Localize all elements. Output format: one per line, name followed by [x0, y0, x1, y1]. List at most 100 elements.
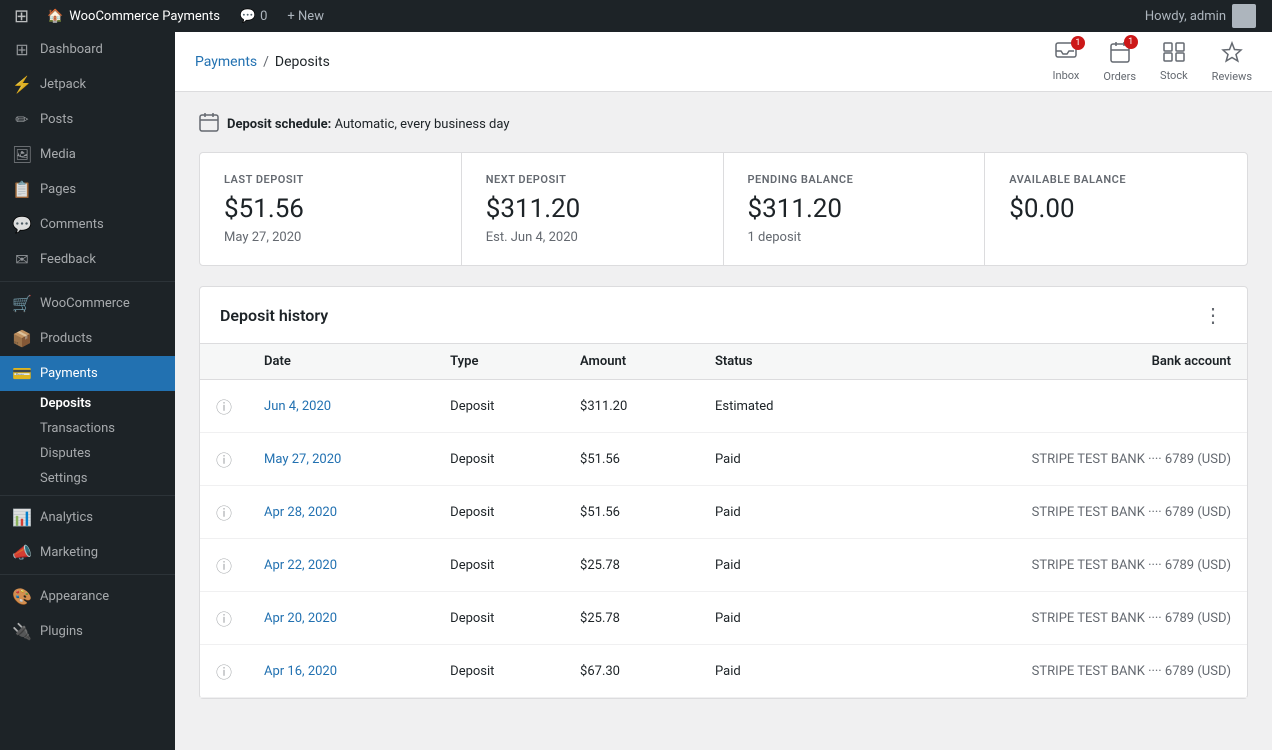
- dashboard-icon: ⊞: [12, 40, 32, 59]
- pages-icon: 📋: [12, 180, 32, 199]
- stat-card-next-deposit: NEXT DEPOSIT $311.20 Est. Jun 4, 2020: [462, 153, 724, 265]
- stock-button[interactable]: Stock: [1160, 42, 1188, 82]
- sidebar-sub-transactions[interactable]: Transactions: [0, 416, 175, 441]
- inbox-badge: 1: [1071, 36, 1085, 50]
- history-title: Deposit history: [220, 306, 328, 325]
- row-bank: STRIPE TEST BANK ···· 6789 (USD): [853, 539, 1247, 592]
- info-icon[interactable]: ⓘ: [216, 610, 232, 629]
- sidebar-item-comments[interactable]: 💬 Comments: [0, 207, 175, 242]
- sidebar-item-dashboard[interactable]: ⊞ Dashboard: [0, 32, 175, 67]
- orders-label: Orders: [1103, 70, 1136, 83]
- sidebar-item-plugins[interactable]: 🔌 Plugins: [0, 614, 175, 649]
- stat-value-available-balance: $0.00: [1009, 194, 1223, 224]
- col-amount: Amount: [564, 344, 699, 380]
- col-status: Status: [699, 344, 853, 380]
- admin-bar-right: Howdy, admin: [1137, 4, 1264, 28]
- sidebar-item-payments[interactable]: 💳 Payments: [0, 356, 175, 391]
- comments-icon: 💬: [12, 215, 32, 234]
- date-link[interactable]: Apr 16, 2020: [264, 664, 337, 679]
- info-icon[interactable]: ⓘ: [216, 451, 232, 470]
- history-menu-button[interactable]: ⋮: [1199, 303, 1227, 327]
- row-date: Apr 22, 2020: [248, 539, 434, 592]
- sidebar-label-comments: Comments: [40, 217, 104, 232]
- payments-icon: 💳: [12, 364, 32, 383]
- history-card: Deposit history ⋮ Date Type Amount Statu…: [199, 286, 1248, 699]
- analytics-icon: 📊: [12, 508, 32, 527]
- sidebar-item-jetpack[interactable]: ⚡ Jetpack: [0, 67, 175, 102]
- plugins-icon: 🔌: [12, 622, 32, 641]
- sidebar-item-posts[interactable]: ✏ Posts: [0, 102, 175, 137]
- stat-sub-pending-balance: 1 deposit: [748, 230, 961, 245]
- inbox-button[interactable]: 1 Inbox: [1053, 42, 1080, 82]
- row-icon-cell: ⓘ: [200, 645, 248, 698]
- reviews-button[interactable]: Reviews: [1212, 41, 1252, 83]
- sidebar-item-products[interactable]: 📦 Products: [0, 321, 175, 356]
- sidebar-item-analytics[interactable]: 📊 Analytics: [0, 500, 175, 535]
- deposit-schedule-value: Automatic, every business day: [335, 117, 510, 132]
- date-link[interactable]: Apr 22, 2020: [264, 558, 337, 573]
- date-link[interactable]: Jun 4, 2020: [264, 399, 331, 414]
- stock-icon: [1163, 42, 1185, 67]
- info-icon[interactable]: ⓘ: [216, 398, 232, 417]
- row-type: Deposit: [434, 433, 564, 486]
- row-amount: $51.56: [564, 486, 699, 539]
- date-link[interactable]: May 27, 2020: [264, 452, 341, 467]
- new-bar-item[interactable]: + New: [279, 0, 332, 32]
- table-row: ⓘ Apr 22, 2020 Deposit $25.78 Paid STRIP…: [200, 539, 1247, 592]
- stat-value-pending-balance: $311.20: [748, 194, 961, 224]
- admin-avatar: [1232, 4, 1256, 28]
- sidebar-label-payments: Payments: [40, 366, 98, 381]
- history-header: Deposit history ⋮: [200, 287, 1247, 344]
- stat-sub-last-deposit: May 27, 2020: [224, 230, 437, 245]
- sidebar-item-appearance[interactable]: 🎨 Appearance: [0, 579, 175, 614]
- sidebar-item-marketing[interactable]: 📣 Marketing: [0, 535, 175, 570]
- sidebar-item-woocommerce[interactable]: 🛒 WooCommerce: [0, 286, 175, 321]
- sidebar-sub-disputes[interactable]: Disputes: [0, 441, 175, 466]
- table-row: ⓘ Apr 28, 2020 Deposit $51.56 Paid STRIP…: [200, 486, 1247, 539]
- inbox-icon: 1: [1055, 42, 1077, 67]
- info-icon[interactable]: ⓘ: [216, 557, 232, 576]
- info-icon[interactable]: ⓘ: [216, 504, 232, 523]
- site-name[interactable]: 🏠 WooCommerce Payments: [39, 9, 228, 24]
- main-content: Deposit schedule: Automatic, every busin…: [175, 92, 1272, 750]
- stat-label-pending-balance: PENDING BALANCE: [748, 173, 961, 186]
- toolbar-icons: 1 Inbox 1 Orders: [1053, 41, 1252, 83]
- sidebar-sub-settings[interactable]: Settings: [0, 466, 175, 491]
- wordpress-logo-icon: ⊞: [8, 6, 35, 27]
- breadcrumb-parent-link[interactable]: Payments: [195, 54, 257, 70]
- row-bank: STRIPE TEST BANK ···· 6789 (USD): [853, 486, 1247, 539]
- sidebar-label-media: Media: [40, 147, 76, 162]
- sidebar-item-pages[interactable]: 📋 Pages: [0, 172, 175, 207]
- row-date: Apr 20, 2020: [248, 592, 434, 645]
- row-amount: $51.56: [564, 433, 699, 486]
- deposit-schedule: Deposit schedule: Automatic, every busin…: [199, 112, 1248, 136]
- date-link[interactable]: Apr 28, 2020: [264, 505, 337, 520]
- sidebar-label-pages: Pages: [40, 182, 76, 197]
- sidebar-label-appearance: Appearance: [40, 589, 109, 604]
- feedback-icon: ✉: [12, 250, 32, 269]
- table-header-row: Date Type Amount Status Bank account: [200, 344, 1247, 380]
- row-type: Deposit: [434, 380, 564, 433]
- sidebar-label-dashboard: Dashboard: [40, 42, 103, 57]
- stat-card-pending-balance: PENDING BALANCE $311.20 1 deposit: [724, 153, 986, 265]
- info-icon[interactable]: ⓘ: [216, 663, 232, 682]
- table-row: ⓘ Jun 4, 2020 Deposit $311.20 Estimated: [200, 380, 1247, 433]
- sidebar-item-media[interactable]: 🖼 Media: [0, 137, 175, 172]
- row-amount: $67.30: [564, 645, 699, 698]
- stats-row: LAST DEPOSIT $51.56 May 27, 2020 NEXT DE…: [199, 152, 1248, 266]
- table-row: ⓘ Apr 20, 2020 Deposit $25.78 Paid STRIP…: [200, 592, 1247, 645]
- orders-button[interactable]: 1 Orders: [1103, 41, 1136, 83]
- new-label: + New: [287, 9, 324, 24]
- col-icon: [200, 344, 248, 380]
- marketing-icon: 📣: [12, 543, 32, 562]
- date-link[interactable]: Apr 20, 2020: [264, 611, 337, 626]
- history-table: Date Type Amount Status Bank account ⓘ J…: [200, 344, 1247, 698]
- col-bank: Bank account: [853, 344, 1247, 380]
- row-amount: $25.78: [564, 592, 699, 645]
- comments-bar-item[interactable]: 💬 0: [232, 0, 276, 32]
- comments-count: 0: [260, 9, 267, 24]
- row-date: May 27, 2020: [248, 433, 434, 486]
- row-status: Paid: [699, 592, 853, 645]
- sidebar-sub-deposits[interactable]: Deposits: [0, 391, 175, 416]
- sidebar-item-feedback[interactable]: ✉ Feedback: [0, 242, 175, 277]
